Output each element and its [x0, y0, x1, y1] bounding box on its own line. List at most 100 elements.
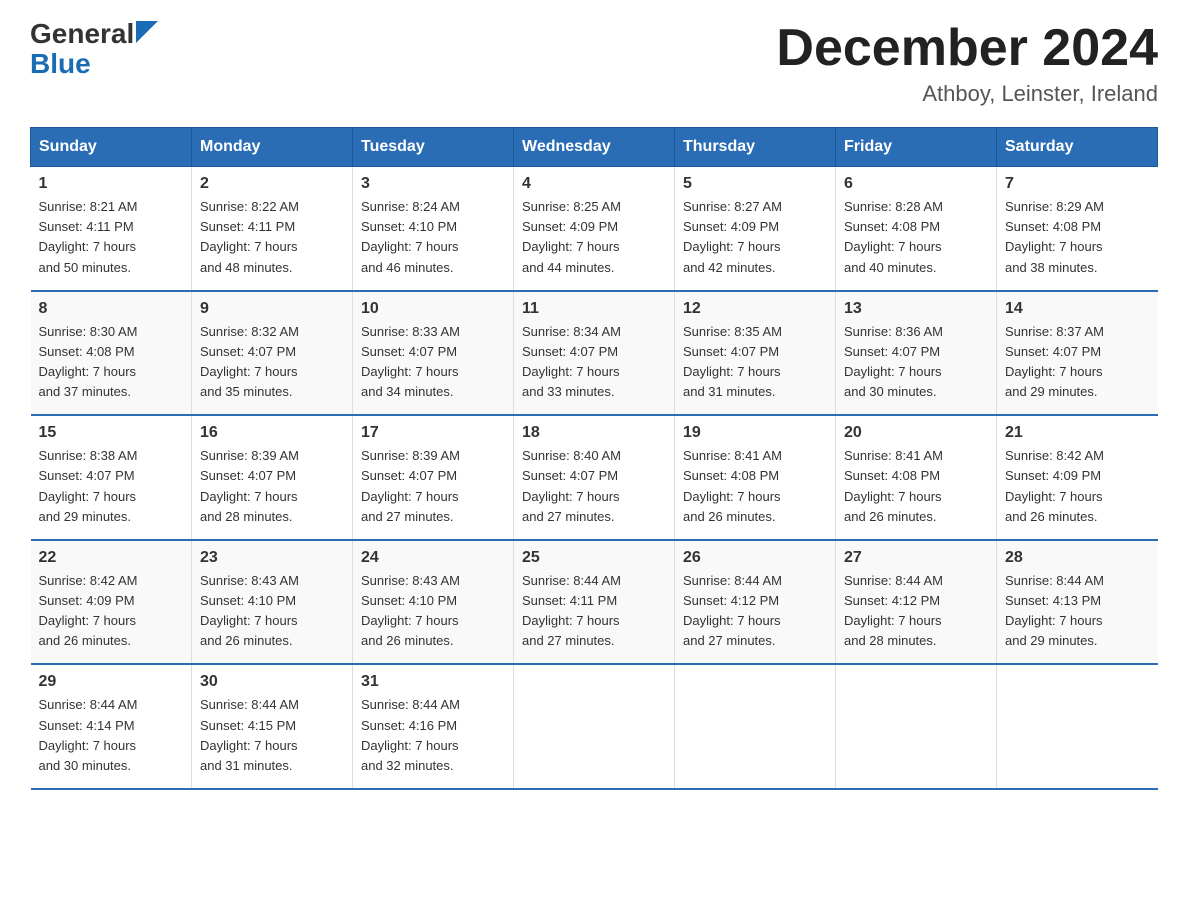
- day-number: 24: [361, 549, 505, 567]
- calendar-cell: 8 Sunrise: 8:30 AMSunset: 4:08 PMDayligh…: [31, 291, 192, 416]
- day-number: 21: [1005, 424, 1150, 442]
- calendar-cell: 15 Sunrise: 8:38 AMSunset: 4:07 PMDaylig…: [31, 415, 192, 540]
- header-tuesday: Tuesday: [353, 128, 514, 167]
- calendar-cell: [997, 664, 1158, 789]
- calendar-cell: 31 Sunrise: 8:44 AMSunset: 4:16 PMDaylig…: [353, 664, 514, 789]
- calendar-cell: 1 Sunrise: 8:21 AMSunset: 4:11 PMDayligh…: [31, 167, 192, 291]
- day-number: 13: [844, 300, 988, 318]
- day-number: 5: [683, 175, 827, 193]
- title-block: December 2024 Athboy, Leinster, Ireland: [776, 20, 1158, 107]
- day-info: Sunrise: 8:41 AMSunset: 4:08 PMDaylight:…: [683, 446, 827, 527]
- day-number: 2: [200, 175, 344, 193]
- day-number: 1: [39, 175, 184, 193]
- calendar-cell: 27 Sunrise: 8:44 AMSunset: 4:12 PMDaylig…: [836, 540, 997, 665]
- calendar-cell: 26 Sunrise: 8:44 AMSunset: 4:12 PMDaylig…: [675, 540, 836, 665]
- day-info: Sunrise: 8:29 AMSunset: 4:08 PMDaylight:…: [1005, 197, 1150, 278]
- day-info: Sunrise: 8:38 AMSunset: 4:07 PMDaylight:…: [39, 446, 184, 527]
- day-number: 28: [1005, 549, 1150, 567]
- calendar-cell: 5 Sunrise: 8:27 AMSunset: 4:09 PMDayligh…: [675, 167, 836, 291]
- day-number: 26: [683, 549, 827, 567]
- day-info: Sunrise: 8:39 AMSunset: 4:07 PMDaylight:…: [361, 446, 505, 527]
- header-friday: Friday: [836, 128, 997, 167]
- day-number: 7: [1005, 175, 1150, 193]
- day-number: 9: [200, 300, 344, 318]
- calendar-cell: [514, 664, 675, 789]
- page-header: General Blue December 2024 Athboy, Leins…: [30, 20, 1158, 107]
- day-info: Sunrise: 8:44 AMSunset: 4:14 PMDaylight:…: [39, 695, 184, 776]
- day-info: Sunrise: 8:44 AMSunset: 4:12 PMDaylight:…: [683, 571, 827, 652]
- logo-blue: Blue: [30, 48, 91, 80]
- day-info: Sunrise: 8:44 AMSunset: 4:15 PMDaylight:…: [200, 695, 344, 776]
- calendar-cell: 24 Sunrise: 8:43 AMSunset: 4:10 PMDaylig…: [353, 540, 514, 665]
- day-number: 18: [522, 424, 666, 442]
- day-number: 6: [844, 175, 988, 193]
- day-number: 3: [361, 175, 505, 193]
- day-number: 8: [39, 300, 184, 318]
- logo-arrow-icon: [136, 21, 158, 43]
- day-number: 17: [361, 424, 505, 442]
- calendar-cell: 6 Sunrise: 8:28 AMSunset: 4:08 PMDayligh…: [836, 167, 997, 291]
- day-info: Sunrise: 8:44 AMSunset: 4:11 PMDaylight:…: [522, 571, 666, 652]
- day-number: 19: [683, 424, 827, 442]
- calendar-cell: 29 Sunrise: 8:44 AMSunset: 4:14 PMDaylig…: [31, 664, 192, 789]
- day-number: 20: [844, 424, 988, 442]
- day-info: Sunrise: 8:43 AMSunset: 4:10 PMDaylight:…: [200, 571, 344, 652]
- day-info: Sunrise: 8:35 AMSunset: 4:07 PMDaylight:…: [683, 322, 827, 403]
- day-info: Sunrise: 8:39 AMSunset: 4:07 PMDaylight:…: [200, 446, 344, 527]
- day-info: Sunrise: 8:22 AMSunset: 4:11 PMDaylight:…: [200, 197, 344, 278]
- day-info: Sunrise: 8:27 AMSunset: 4:09 PMDaylight:…: [683, 197, 827, 278]
- calendar-cell: 25 Sunrise: 8:44 AMSunset: 4:11 PMDaylig…: [514, 540, 675, 665]
- day-info: Sunrise: 8:36 AMSunset: 4:07 PMDaylight:…: [844, 322, 988, 403]
- day-info: Sunrise: 8:32 AMSunset: 4:07 PMDaylight:…: [200, 322, 344, 403]
- calendar-cell: 23 Sunrise: 8:43 AMSunset: 4:10 PMDaylig…: [192, 540, 353, 665]
- week-row-4: 22 Sunrise: 8:42 AMSunset: 4:09 PMDaylig…: [31, 540, 1158, 665]
- day-info: Sunrise: 8:42 AMSunset: 4:09 PMDaylight:…: [1005, 446, 1150, 527]
- header-sunday: Sunday: [31, 128, 192, 167]
- calendar-cell: 12 Sunrise: 8:35 AMSunset: 4:07 PMDaylig…: [675, 291, 836, 416]
- day-info: Sunrise: 8:44 AMSunset: 4:16 PMDaylight:…: [361, 695, 505, 776]
- calendar-cell: 22 Sunrise: 8:42 AMSunset: 4:09 PMDaylig…: [31, 540, 192, 665]
- day-info: Sunrise: 8:40 AMSunset: 4:07 PMDaylight:…: [522, 446, 666, 527]
- day-info: Sunrise: 8:25 AMSunset: 4:09 PMDaylight:…: [522, 197, 666, 278]
- day-number: 27: [844, 549, 988, 567]
- day-info: Sunrise: 8:41 AMSunset: 4:08 PMDaylight:…: [844, 446, 988, 527]
- calendar-table: SundayMondayTuesdayWednesdayThursdayFrid…: [30, 127, 1158, 790]
- header-monday: Monday: [192, 128, 353, 167]
- calendar-cell: 16 Sunrise: 8:39 AMSunset: 4:07 PMDaylig…: [192, 415, 353, 540]
- day-info: Sunrise: 8:21 AMSunset: 4:11 PMDaylight:…: [39, 197, 184, 278]
- calendar-cell: 10 Sunrise: 8:33 AMSunset: 4:07 PMDaylig…: [353, 291, 514, 416]
- calendar-cell: 11 Sunrise: 8:34 AMSunset: 4:07 PMDaylig…: [514, 291, 675, 416]
- day-info: Sunrise: 8:37 AMSunset: 4:07 PMDaylight:…: [1005, 322, 1150, 403]
- day-info: Sunrise: 8:44 AMSunset: 4:13 PMDaylight:…: [1005, 571, 1150, 652]
- calendar-cell: [675, 664, 836, 789]
- day-number: 31: [361, 673, 505, 691]
- week-row-2: 8 Sunrise: 8:30 AMSunset: 4:08 PMDayligh…: [31, 291, 1158, 416]
- logo-general: General: [30, 20, 134, 48]
- location-subtitle: Athboy, Leinster, Ireland: [776, 81, 1158, 107]
- calendar-cell: 28 Sunrise: 8:44 AMSunset: 4:13 PMDaylig…: [997, 540, 1158, 665]
- day-number: 23: [200, 549, 344, 567]
- day-number: 30: [200, 673, 344, 691]
- week-row-3: 15 Sunrise: 8:38 AMSunset: 4:07 PMDaylig…: [31, 415, 1158, 540]
- calendar-cell: 30 Sunrise: 8:44 AMSunset: 4:15 PMDaylig…: [192, 664, 353, 789]
- calendar-cell: 19 Sunrise: 8:41 AMSunset: 4:08 PMDaylig…: [675, 415, 836, 540]
- calendar-cell: 13 Sunrise: 8:36 AMSunset: 4:07 PMDaylig…: [836, 291, 997, 416]
- calendar-cell: 7 Sunrise: 8:29 AMSunset: 4:08 PMDayligh…: [997, 167, 1158, 291]
- day-info: Sunrise: 8:33 AMSunset: 4:07 PMDaylight:…: [361, 322, 505, 403]
- day-number: 29: [39, 673, 184, 691]
- day-number: 15: [39, 424, 184, 442]
- calendar-cell: 17 Sunrise: 8:39 AMSunset: 4:07 PMDaylig…: [353, 415, 514, 540]
- calendar-cell: 14 Sunrise: 8:37 AMSunset: 4:07 PMDaylig…: [997, 291, 1158, 416]
- calendar-cell: 21 Sunrise: 8:42 AMSunset: 4:09 PMDaylig…: [997, 415, 1158, 540]
- calendar-cell: 4 Sunrise: 8:25 AMSunset: 4:09 PMDayligh…: [514, 167, 675, 291]
- calendar-cell: [836, 664, 997, 789]
- day-info: Sunrise: 8:24 AMSunset: 4:10 PMDaylight:…: [361, 197, 505, 278]
- day-number: 12: [683, 300, 827, 318]
- calendar-cell: 18 Sunrise: 8:40 AMSunset: 4:07 PMDaylig…: [514, 415, 675, 540]
- header-saturday: Saturday: [997, 128, 1158, 167]
- week-row-1: 1 Sunrise: 8:21 AMSunset: 4:11 PMDayligh…: [31, 167, 1158, 291]
- calendar-cell: 3 Sunrise: 8:24 AMSunset: 4:10 PMDayligh…: [353, 167, 514, 291]
- header-thursday: Thursday: [675, 128, 836, 167]
- day-number: 10: [361, 300, 505, 318]
- day-info: Sunrise: 8:44 AMSunset: 4:12 PMDaylight:…: [844, 571, 988, 652]
